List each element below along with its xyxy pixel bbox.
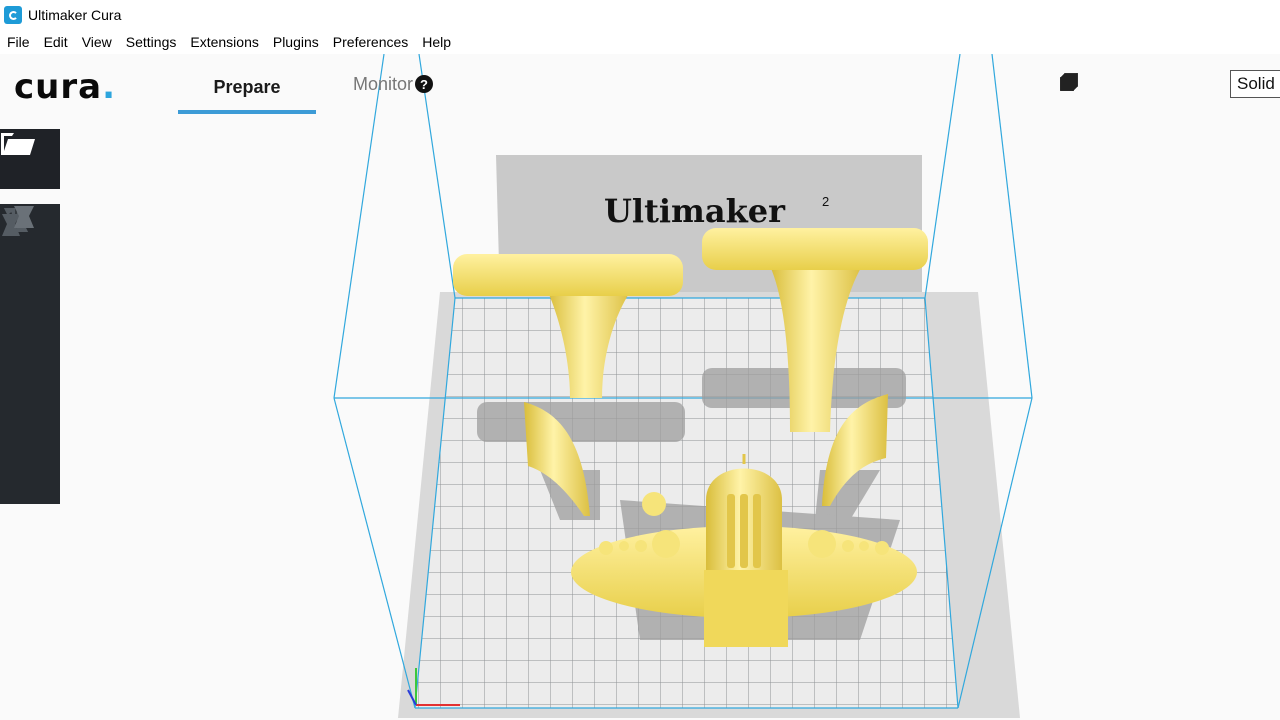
tab-monitor-label: Monitor [353, 73, 414, 94]
rotate-tool-button[interactable] [0, 208, 60, 384]
left-view-icon[interactable] [1060, 73, 1188, 95]
printer-brand-text: Ultimaker [604, 192, 786, 230]
cura-app-icon [4, 6, 22, 24]
view-mode-select[interactable]: Solid [1230, 70, 1280, 98]
menu-file[interactable]: File [7, 34, 30, 50]
window-title: Ultimaker Cura [28, 7, 122, 23]
menu-view[interactable]: View [82, 34, 112, 50]
tab-prepare[interactable]: Prepare [178, 64, 316, 114]
tool-panel [0, 204, 60, 504]
3d-viewport[interactable]: Ultimaker 2 cura. Prepare Monitor ? Soli… [0, 54, 1280, 720]
right-view-icon[interactable] [1060, 73, 1220, 95]
menu-settings[interactable]: Settings [126, 34, 177, 50]
per-model-settings-tool-button[interactable] [0, 206, 60, 504]
menu-edit[interactable]: Edit [44, 34, 68, 50]
per-model-settings-icon [2, 206, 34, 236]
top-view-icon[interactable] [1060, 73, 1156, 95]
build-scene[interactable]: Ultimaker 2 [0, 54, 1280, 720]
title-bar: Ultimaker Cura [0, 0, 1280, 30]
cura-logo: cura. [14, 67, 116, 107]
mirror-tool-button[interactable] [0, 206, 60, 444]
folder-open-icon [1, 133, 35, 155]
help-icon[interactable]: ? [415, 75, 434, 93]
menu-help[interactable]: Help [422, 34, 451, 50]
menu-preferences[interactable]: Preferences [333, 34, 408, 50]
front-view-icon[interactable] [1060, 73, 1124, 95]
menu-extensions[interactable]: Extensions [190, 34, 258, 50]
open-file-button[interactable] [0, 129, 60, 189]
scale-tool-button[interactable] [0, 208, 60, 324]
camera-view-buttons [1060, 73, 1220, 95]
menu-bar: File Edit View Settings Extensions Plugi… [0, 30, 1280, 54]
cura-window: Ultimaker Cura File Edit View Settings E… [0, 0, 1280, 720]
menu-plugins[interactable]: Plugins [273, 34, 319, 50]
tab-monitor[interactable]: Monitor ? [353, 64, 434, 104]
printer-model-superscript: 2 [822, 194, 829, 209]
